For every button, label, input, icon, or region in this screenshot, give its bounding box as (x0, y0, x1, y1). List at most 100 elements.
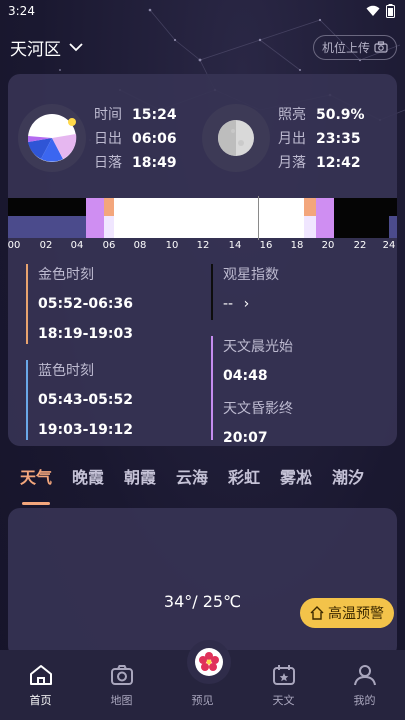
sun-dial (18, 104, 86, 172)
sunrise-tint-segment (104, 216, 114, 238)
sun-moon-card: 时间 15:24 日出 06:06 日落 18:49 照亮 50.9% 月出 23:35 … (8, 74, 397, 446)
sunset-tint-segment (304, 216, 316, 238)
nav-map[interactable]: 地图 (81, 650, 162, 720)
category-tabs: 天气 晚霞 朝霞 云海 彩虹 雾凇 潮汐 (0, 464, 405, 510)
astro-dusk-value: 20:07 (223, 430, 268, 446)
blue-hour-section: 蓝色时刻 05:43-05:52 19:03-19:12 (26, 360, 133, 440)
nav-astronomy-label: 天文 (272, 694, 295, 707)
tab-sunset-glow[interactable]: 晚霞 (62, 464, 114, 510)
nav-map-label: 地图 (110, 694, 133, 707)
chevron-right-icon: › (243, 296, 250, 312)
astro-dawn-value: 04:48 (223, 368, 268, 384)
nav-astronomy[interactable]: 天文 (243, 650, 324, 720)
sunrise-value: 06:06 (132, 131, 177, 147)
moon-dial (202, 104, 270, 172)
camera-icon (374, 41, 388, 53)
camera-icon (110, 665, 133, 685)
hour-label: 24 (382, 240, 396, 251)
tab-tide[interactable]: 潮汐 (322, 464, 374, 510)
nav-home-label: 首页 (29, 694, 52, 707)
timeline-hour-labels: 00 02 04 06 08 10 12 14 16 18 20 22 24 (8, 240, 397, 254)
current-time-marker (258, 196, 259, 240)
astro-twilight-section: 天文晨光始 04:48 天文昏影终 20:07 (211, 336, 293, 446)
hour-label: 14 (228, 240, 242, 251)
sun-info: 时间 15:24 日出 06:06 日落 18:49 (94, 103, 177, 175)
golden-hour-evening: 18:19-19:03 (38, 326, 133, 342)
seeing-index-value: -- (223, 296, 234, 312)
upload-spot-label: 机位上传 (321, 40, 370, 55)
tab-sea-of-clouds[interactable]: 云海 (166, 464, 218, 510)
house-icon (310, 606, 324, 620)
evening-golden-segment (304, 198, 316, 216)
morning-golden-segment (104, 198, 114, 216)
flower-icon (195, 648, 223, 676)
blue-hour-morning: 05:43-05:52 (38, 392, 133, 408)
heat-alert-label: 高温预警 (328, 606, 384, 622)
status-bar: 3:24 (0, 0, 405, 22)
time-value: 15:24 (132, 107, 177, 123)
hour-label: 02 (39, 240, 53, 251)
nav-home[interactable]: 首页 (0, 650, 81, 720)
nav-preview[interactable]: 预见 (162, 640, 243, 720)
nav-preview-label: 预见 (191, 694, 214, 707)
person-icon (353, 665, 376, 686)
location-selector[interactable]: 天河区 (10, 35, 83, 60)
daylight-timeline (8, 196, 397, 240)
hour-label: 08 (133, 240, 147, 251)
dawn-twilight-segment (86, 198, 104, 238)
pre-dawn-segment (8, 216, 86, 238)
preview-fab (187, 640, 231, 684)
blue-hour-evening: 19:03-19:12 (38, 422, 133, 438)
blue-hour-title: 蓝色时刻 (38, 363, 94, 379)
hour-label: 00 (7, 240, 21, 251)
moonrise-value: 23:35 (316, 131, 361, 147)
tab-rime[interactable]: 雾凇 (270, 464, 322, 510)
battery-icon (386, 4, 395, 18)
golden-hour-title: 金色时刻 (38, 267, 94, 283)
daylight-segment (114, 198, 304, 238)
hour-label: 04 (70, 240, 84, 251)
nav-profile[interactable]: 我的 (324, 650, 405, 720)
seeing-index-row: -- › (223, 296, 279, 312)
nav-profile-label: 我的 (353, 694, 376, 707)
astro-dawn-title: 天文晨光始 (223, 339, 293, 355)
sunset-value: 18:49 (132, 155, 177, 171)
wifi-icon (366, 5, 380, 16)
dusk-twilight-segment (316, 198, 334, 238)
moonset-value: 12:42 (316, 155, 361, 171)
seeing-index-title: 观星指数 (223, 267, 279, 283)
hour-label: 18 (290, 240, 304, 251)
location-name: 天河区 (10, 39, 61, 60)
home-icon (29, 665, 52, 685)
header: 天河区 机位上传 (0, 30, 405, 64)
upload-spot-button[interactable]: 机位上传 (312, 34, 397, 60)
illumination-value: 50.9% (316, 107, 365, 123)
moonrise-label: 月出 (278, 131, 306, 147)
hour-label: 20 (321, 240, 335, 251)
bottom-navigation: 首页 地图 预见 天文 我的 (0, 640, 405, 720)
sunset-label: 日落 (94, 155, 122, 171)
status-time: 3:24 (8, 4, 35, 18)
illumination-label: 照亮 (278, 107, 306, 123)
hour-label: 22 (353, 240, 367, 251)
moonset-label: 月落 (278, 155, 306, 171)
golden-hour-section: 金色时刻 05:52-06:36 18:19-19:03 (26, 264, 133, 344)
sunrise-label: 日出 (94, 131, 122, 147)
astro-dusk-title: 天文昏影终 (223, 401, 293, 417)
moon-info: 照亮 50.9% 月出 23:35 月落 12:42 (278, 103, 365, 175)
moon-phase-icon (218, 120, 254, 156)
hour-label: 12 (196, 240, 210, 251)
chevron-down-icon (69, 42, 83, 51)
time-label: 时间 (94, 107, 122, 123)
calendar-star-icon (272, 665, 295, 685)
hour-label: 16 (259, 240, 273, 251)
sun-position-icon (28, 114, 77, 162)
late-night-segment (389, 216, 397, 238)
heat-alert-button[interactable]: 高温预警 (300, 598, 394, 628)
weather-card: 34°/ 25℃ 高温预警 (8, 508, 397, 658)
seeing-index-section[interactable]: 观星指数 -- › (211, 264, 279, 320)
tab-rainbow[interactable]: 彩虹 (218, 464, 270, 510)
tab-weather[interactable]: 天气 (10, 464, 62, 510)
tab-sunrise-glow[interactable]: 朝霞 (114, 464, 166, 510)
hour-label: 10 (165, 240, 179, 251)
